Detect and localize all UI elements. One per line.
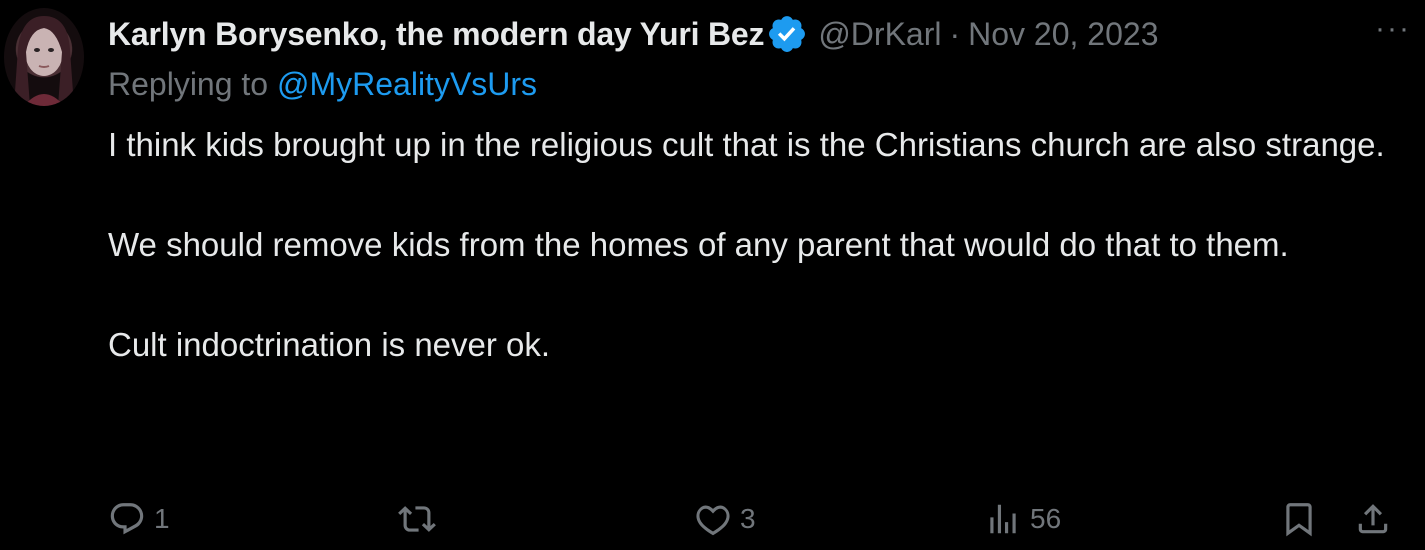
bookmark-icon bbox=[1286, 503, 1312, 537]
author-name[interactable]: Karlyn Borysenko, the modern day Yuri Be… bbox=[108, 16, 764, 53]
like-count: 3 bbox=[740, 503, 756, 534]
tweet-date[interactable]: Nov 20, 2023 bbox=[968, 16, 1158, 53]
tweet-paragraph: We should remove kids from the homes of … bbox=[108, 226, 1289, 263]
avatar[interactable] bbox=[4, 8, 84, 106]
like-button[interactable]: 3 bbox=[694, 500, 756, 538]
reply-button[interactable]: 1 bbox=[108, 500, 170, 538]
share-button[interactable] bbox=[1354, 500, 1392, 538]
replying-to-line: Replying to @MyRealityVsUrs bbox=[108, 66, 537, 103]
views-button[interactable]: 56 bbox=[984, 500, 1061, 538]
tweet-header: Karlyn Borysenko, the modern day Yuri Be… bbox=[108, 10, 1398, 58]
avatar-photo bbox=[14, 16, 74, 106]
verified-badge-icon[interactable] bbox=[766, 13, 808, 55]
retweet-button[interactable] bbox=[398, 500, 444, 538]
views-count: 56 bbox=[1030, 503, 1062, 534]
reply-icon bbox=[110, 503, 144, 535]
heart-icon bbox=[696, 505, 730, 536]
bookmark-button[interactable] bbox=[1280, 500, 1318, 538]
replying-prefix: Replying to bbox=[108, 66, 269, 102]
separator-dot: · bbox=[949, 15, 961, 52]
views-icon bbox=[990, 504, 1016, 534]
share-icon bbox=[1358, 504, 1388, 534]
tweet-paragraph: Cult indoctrination is never ok. bbox=[108, 326, 551, 363]
replying-to-mention[interactable]: @MyRealityVsUrs bbox=[277, 66, 537, 102]
tweet-text: I think kids brought up in the religious… bbox=[108, 120, 1408, 370]
reply-count: 1 bbox=[154, 503, 170, 534]
author-handle[interactable]: @DrKarl bbox=[818, 16, 941, 53]
more-options-icon[interactable]: ··· bbox=[1375, 12, 1411, 46]
tweet-paragraph: I think kids brought up in the religious… bbox=[108, 126, 1385, 163]
retweet-icon bbox=[398, 506, 436, 532]
tweet-actions: 1 3 56 bbox=[108, 500, 1418, 550]
